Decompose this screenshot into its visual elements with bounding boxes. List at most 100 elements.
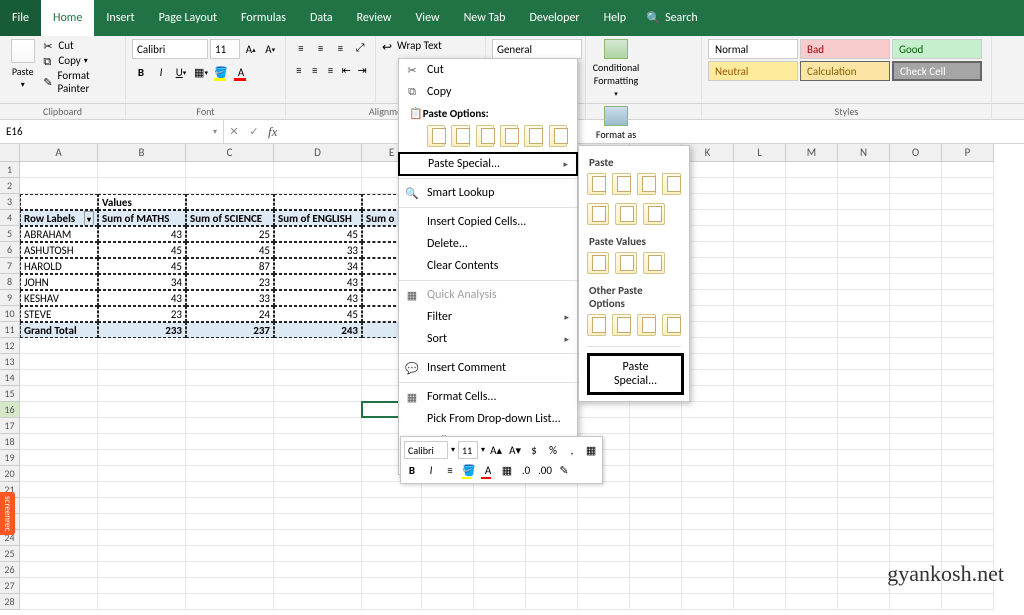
- cell[interactable]: [682, 562, 734, 578]
- cell[interactable]: [890, 418, 942, 434]
- cell[interactable]: 45: [98, 242, 186, 258]
- cell[interactable]: 34: [98, 274, 186, 290]
- cell[interactable]: [838, 418, 890, 434]
- cell[interactable]: [838, 290, 890, 306]
- cell[interactable]: [274, 530, 362, 546]
- cell[interactable]: [890, 386, 942, 402]
- cell[interactable]: [186, 562, 274, 578]
- cell[interactable]: 45: [98, 258, 186, 274]
- cell[interactable]: [274, 466, 362, 482]
- cell[interactable]: [20, 482, 98, 498]
- cell[interactable]: [734, 546, 786, 562]
- paste-option-2[interactable]: [451, 125, 469, 147]
- cell[interactable]: HAROLD: [20, 258, 98, 274]
- mini-italic[interactable]: I: [423, 462, 439, 478]
- cell[interactable]: [734, 354, 786, 370]
- col-a[interactable]: A: [20, 144, 98, 162]
- cell[interactable]: [186, 546, 274, 562]
- cell[interactable]: [422, 482, 474, 498]
- mini-grow-font[interactable]: A▴: [488, 442, 504, 458]
- ctx-insert-copied[interactable]: Insert Copied Cells...: [399, 211, 577, 233]
- row-header[interactable]: 5: [0, 226, 20, 242]
- cell[interactable]: [942, 370, 994, 386]
- cell[interactable]: [526, 514, 578, 530]
- cell[interactable]: [630, 450, 682, 466]
- cell[interactable]: [786, 210, 838, 226]
- paste-option-3[interactable]: [476, 125, 494, 147]
- cell[interactable]: [838, 162, 890, 178]
- cell[interactable]: [838, 338, 890, 354]
- sub-paste-2[interactable]: [612, 173, 631, 195]
- cell[interactable]: [890, 546, 942, 562]
- cell[interactable]: [890, 530, 942, 546]
- cell[interactable]: [734, 178, 786, 194]
- tab-view[interactable]: View: [404, 0, 452, 36]
- cut-button[interactable]: ✂Cut: [43, 39, 119, 52]
- cell[interactable]: [578, 402, 630, 418]
- cell[interactable]: 33: [274, 242, 362, 258]
- cell[interactable]: [734, 530, 786, 546]
- decrease-font-button[interactable]: A▾: [262, 40, 280, 58]
- cell[interactable]: ABRAHAM: [20, 226, 98, 242]
- mini-dec-dec[interactable]: .00: [537, 462, 553, 478]
- cell[interactable]: [186, 578, 274, 594]
- cell[interactable]: 43: [98, 290, 186, 306]
- cell[interactable]: [186, 162, 274, 178]
- cell[interactable]: [838, 242, 890, 258]
- mini-align[interactable]: ≡: [442, 462, 458, 478]
- cell[interactable]: [274, 402, 362, 418]
- cell[interactable]: [942, 258, 994, 274]
- cell[interactable]: [20, 370, 98, 386]
- cell[interactable]: [890, 594, 942, 610]
- cell[interactable]: [942, 306, 994, 322]
- cell[interactable]: [630, 418, 682, 434]
- cell[interactable]: [786, 226, 838, 242]
- cell[interactable]: [942, 466, 994, 482]
- cell[interactable]: [942, 498, 994, 514]
- cell[interactable]: [20, 450, 98, 466]
- cell[interactable]: [890, 434, 942, 450]
- cell[interactable]: [578, 578, 630, 594]
- cell[interactable]: [786, 434, 838, 450]
- cell[interactable]: [630, 530, 682, 546]
- cell[interactable]: [786, 242, 838, 258]
- row-header[interactable]: 18: [0, 434, 20, 450]
- cell[interactable]: [20, 594, 98, 610]
- cell[interactable]: 43: [274, 290, 362, 306]
- cell[interactable]: [838, 450, 890, 466]
- name-box[interactable]: E16▾: [0, 120, 224, 143]
- cell[interactable]: [362, 530, 422, 546]
- cell[interactable]: [630, 482, 682, 498]
- cell[interactable]: [942, 290, 994, 306]
- cell[interactable]: [890, 162, 942, 178]
- col-m[interactable]: M: [786, 144, 838, 162]
- style-normal[interactable]: Normal: [708, 39, 798, 59]
- cell[interactable]: [186, 530, 274, 546]
- cell[interactable]: [786, 450, 838, 466]
- cell[interactable]: [98, 530, 186, 546]
- align-bottom-button[interactable]: ≡: [332, 39, 350, 57]
- tab-file[interactable]: File: [0, 0, 41, 36]
- search-box[interactable]: 🔍 Search: [646, 11, 698, 26]
- cell[interactable]: 243: [274, 322, 362, 338]
- cell[interactable]: [786, 258, 838, 274]
- decrease-indent-button[interactable]: ⇤: [339, 61, 353, 79]
- cell[interactable]: [526, 498, 578, 514]
- cell[interactable]: [274, 514, 362, 530]
- cell[interactable]: [890, 514, 942, 530]
- style-bad[interactable]: Bad: [800, 39, 890, 59]
- cell[interactable]: [682, 450, 734, 466]
- cell[interactable]: 24: [186, 306, 274, 322]
- cell[interactable]: [838, 402, 890, 418]
- fx-icon[interactable]: fx: [264, 124, 281, 140]
- cell[interactable]: [422, 562, 474, 578]
- cell[interactable]: [942, 274, 994, 290]
- row-header[interactable]: 17: [0, 418, 20, 434]
- cell[interactable]: [734, 482, 786, 498]
- cell[interactable]: [838, 274, 890, 290]
- cell[interactable]: [838, 594, 890, 610]
- cell[interactable]: [838, 482, 890, 498]
- increase-indent-button[interactable]: ⇥: [355, 61, 369, 79]
- cell[interactable]: [682, 530, 734, 546]
- cell[interactable]: [786, 578, 838, 594]
